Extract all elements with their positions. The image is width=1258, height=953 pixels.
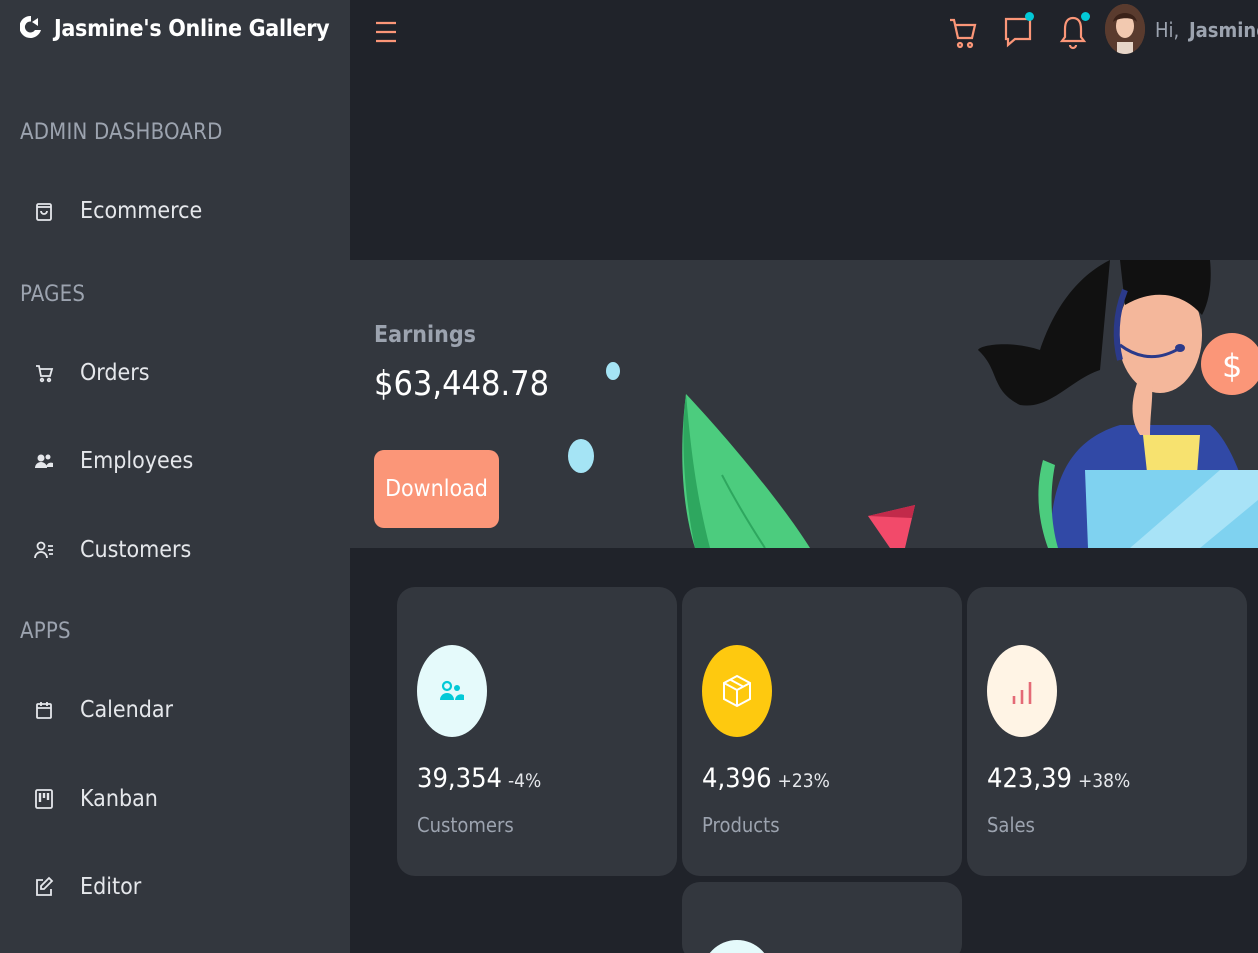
avatar[interactable]: [1105, 4, 1145, 54]
sidebar-item-label: Customers: [80, 537, 192, 563]
section-title-admin-dashboard: ADMIN DASHBOARD: [20, 120, 223, 145]
sidebar-item-calendar[interactable]: Calendar: [34, 697, 173, 723]
calendar-icon: [34, 700, 54, 720]
stat-amount-value: 423,39: [987, 763, 1072, 794]
customers-icon[interactable]: [417, 645, 487, 737]
stat-amount: 423,39 +38%: [987, 763, 1130, 794]
sidebar-item-customers[interactable]: Customers: [34, 537, 191, 563]
app-title: Jasmine's Online Gallery: [54, 16, 330, 42]
stat-amount-value: 4,396: [702, 763, 772, 794]
kanban-icon: [34, 789, 54, 809]
chat-notification-dot: [1025, 12, 1034, 21]
bell-icon[interactable]: [1058, 12, 1090, 54]
sidebar-item-editor[interactable]: Editor: [34, 874, 141, 900]
brand-link[interactable]: Jasmine's Online Gallery: [19, 14, 330, 44]
user-greeting[interactable]: Hi, Jasmine: [1155, 18, 1258, 42]
sidebar-item-label: Editor: [80, 874, 142, 900]
stat-title: Products: [702, 813, 780, 837]
menu-icon[interactable]: [374, 18, 398, 50]
greeting-text: Hi,: [1155, 18, 1180, 42]
people-icon: [34, 451, 54, 471]
box-icon[interactable]: [702, 645, 772, 737]
sidebar-item-employees[interactable]: Employees: [34, 448, 193, 474]
stat-amount: 4,396 +23%: [702, 763, 830, 794]
stat-percentage: -4%: [507, 770, 542, 792]
sidebar-item-orders[interactable]: Orders: [34, 360, 150, 386]
stat-card-sales: 423,39 +38% Sales: [967, 587, 1247, 876]
sidebar: Jasmine's Online Gallery ADMIN DASHBOARD…: [0, 0, 350, 953]
stat-amount-value: 39,354: [417, 763, 502, 794]
sidebar-item-kanban[interactable]: Kanban: [34, 786, 158, 812]
cart-icon[interactable]: [948, 14, 978, 54]
topbar: Hi, Jasmine: [350, 0, 1258, 70]
stat-card-products: 4,396 +23% Products: [682, 587, 962, 876]
bell-notification-dot: [1081, 12, 1090, 21]
sidebar-item-label: Calendar: [80, 697, 174, 723]
edit-icon: [34, 876, 54, 897]
stat-title: Sales: [987, 813, 1035, 837]
cart-icon: [34, 363, 54, 383]
stat-card-partial: [682, 882, 962, 953]
person-lines-icon: [34, 540, 54, 560]
earnings-illustration: $: [568, 260, 1258, 548]
sidebar-item-ecommerce[interactable]: Ecommerce: [34, 198, 202, 224]
section-title-pages: PAGES: [20, 282, 86, 307]
stat-percentage: +23%: [777, 770, 830, 792]
earnings-banner: Earnings $63,448.78 Download $: [350, 260, 1258, 548]
stat-circle-partial: [702, 940, 772, 953]
logo-icon: [19, 14, 42, 44]
stat-percentage: +38%: [1077, 770, 1131, 792]
sidebar-item-label: Employees: [80, 448, 194, 474]
user-name: Jasmine: [1188, 18, 1258, 42]
bar-chart-icon[interactable]: [987, 645, 1057, 737]
sidebar-item-label: Orders: [80, 360, 150, 386]
stat-card-customers: 39,354 -4% Customers: [397, 587, 677, 876]
sidebar-item-label: Ecommerce: [80, 198, 203, 224]
chat-icon[interactable]: [1003, 12, 1034, 54]
section-title-apps: APPS: [20, 619, 71, 644]
stat-amount: 39,354 -4%: [417, 763, 541, 794]
shopping-bag-icon: [34, 201, 54, 221]
svg-text:$: $: [1222, 347, 1242, 385]
sidebar-item-label: Kanban: [80, 786, 158, 812]
stat-title: Customers: [417, 813, 514, 837]
